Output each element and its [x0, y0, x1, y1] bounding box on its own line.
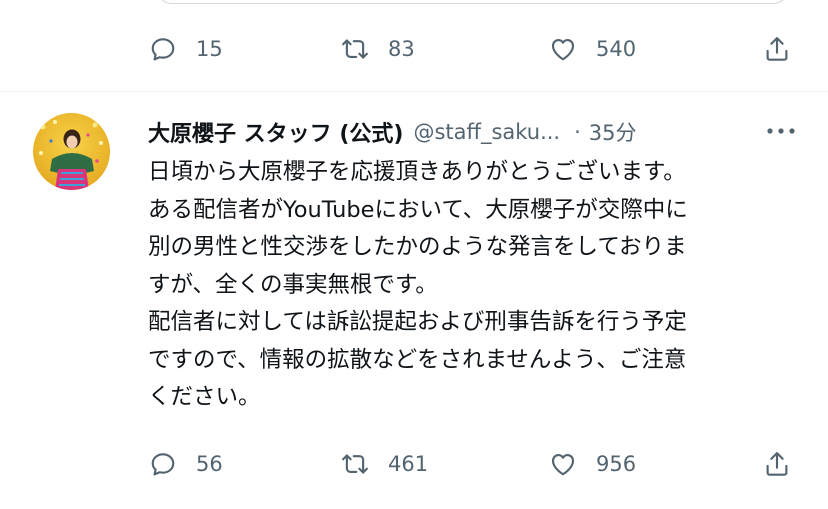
reply-icon: [151, 38, 175, 61]
tweet-text-line: 日頃から大原櫻子を応援頂きありがとうございます。: [148, 159, 686, 185]
retweet-icon: [342, 39, 368, 59]
tweet-text-line: ください。: [148, 384, 261, 410]
retweet-button[interactable]: 83: [340, 29, 415, 69]
more-icon: [767, 128, 795, 134]
like-icon: [551, 453, 575, 476]
like-count: 540: [596, 37, 637, 61]
reply-icon: [151, 453, 175, 476]
author-handle[interactable]: @staff_saku...: [413, 120, 560, 144]
previous-tweet-media-card[interactable]: [156, 0, 789, 4]
tweet-text-line: 別の男性と性交渉をしたかのような発言をしておりま: [148, 234, 687, 260]
like-button[interactable]: 956: [548, 444, 636, 484]
like-icon: [551, 38, 575, 61]
tweet-actions: 56 461 956: [0, 444, 828, 484]
reply-button[interactable]: 56: [148, 444, 223, 484]
retweet-button[interactable]: 461: [340, 444, 428, 484]
retweet-count: 461: [388, 452, 429, 476]
tweet-divider: [0, 91, 828, 92]
header-separator: ·: [574, 120, 581, 144]
tweet-text-line: すが、全くの事実無根です。: [148, 271, 438, 298]
reply-button[interactable]: 15: [148, 29, 223, 69]
tweet-timestamp[interactable]: 35分: [589, 117, 637, 147]
retweet-count: 83: [388, 37, 415, 61]
author-name[interactable]: 大原櫻子 スタッフ (公式): [148, 116, 403, 148]
avatar-image: [39, 120, 103, 190]
share-button[interactable]: [762, 444, 792, 484]
retweet-icon: [342, 454, 368, 474]
avatar[interactable]: [33, 113, 110, 190]
previous-tweet-actions: 15 83 540: [0, 29, 828, 69]
like-button[interactable]: 540: [548, 29, 636, 69]
reply-count: 15: [196, 37, 223, 61]
share-icon: [766, 452, 788, 476]
share-icon: [766, 37, 788, 61]
tweet-text-line: ですので、情報の拡散などをされませんよう、ご注意: [148, 346, 687, 373]
tweet-text-line: 配信者に対しては訴訟提起および刑事告訴を行う予定: [148, 309, 687, 335]
tweet-text-line: ある配信者がYouTubeにおいて、大原櫻子が交際中に: [148, 196, 688, 223]
more-options-button[interactable]: [764, 121, 798, 141]
like-count: 956: [596, 452, 637, 476]
tweet-header: 大原櫻子 スタッフ (公式) @staff_saku... · 35分: [148, 114, 637, 150]
reply-count: 56: [196, 452, 223, 476]
tweet-text: 日頃から大原櫻子を応援頂きありがとうございます。 ある配信者がYouTubeにお…: [148, 154, 808, 417]
share-button[interactable]: [762, 29, 792, 69]
